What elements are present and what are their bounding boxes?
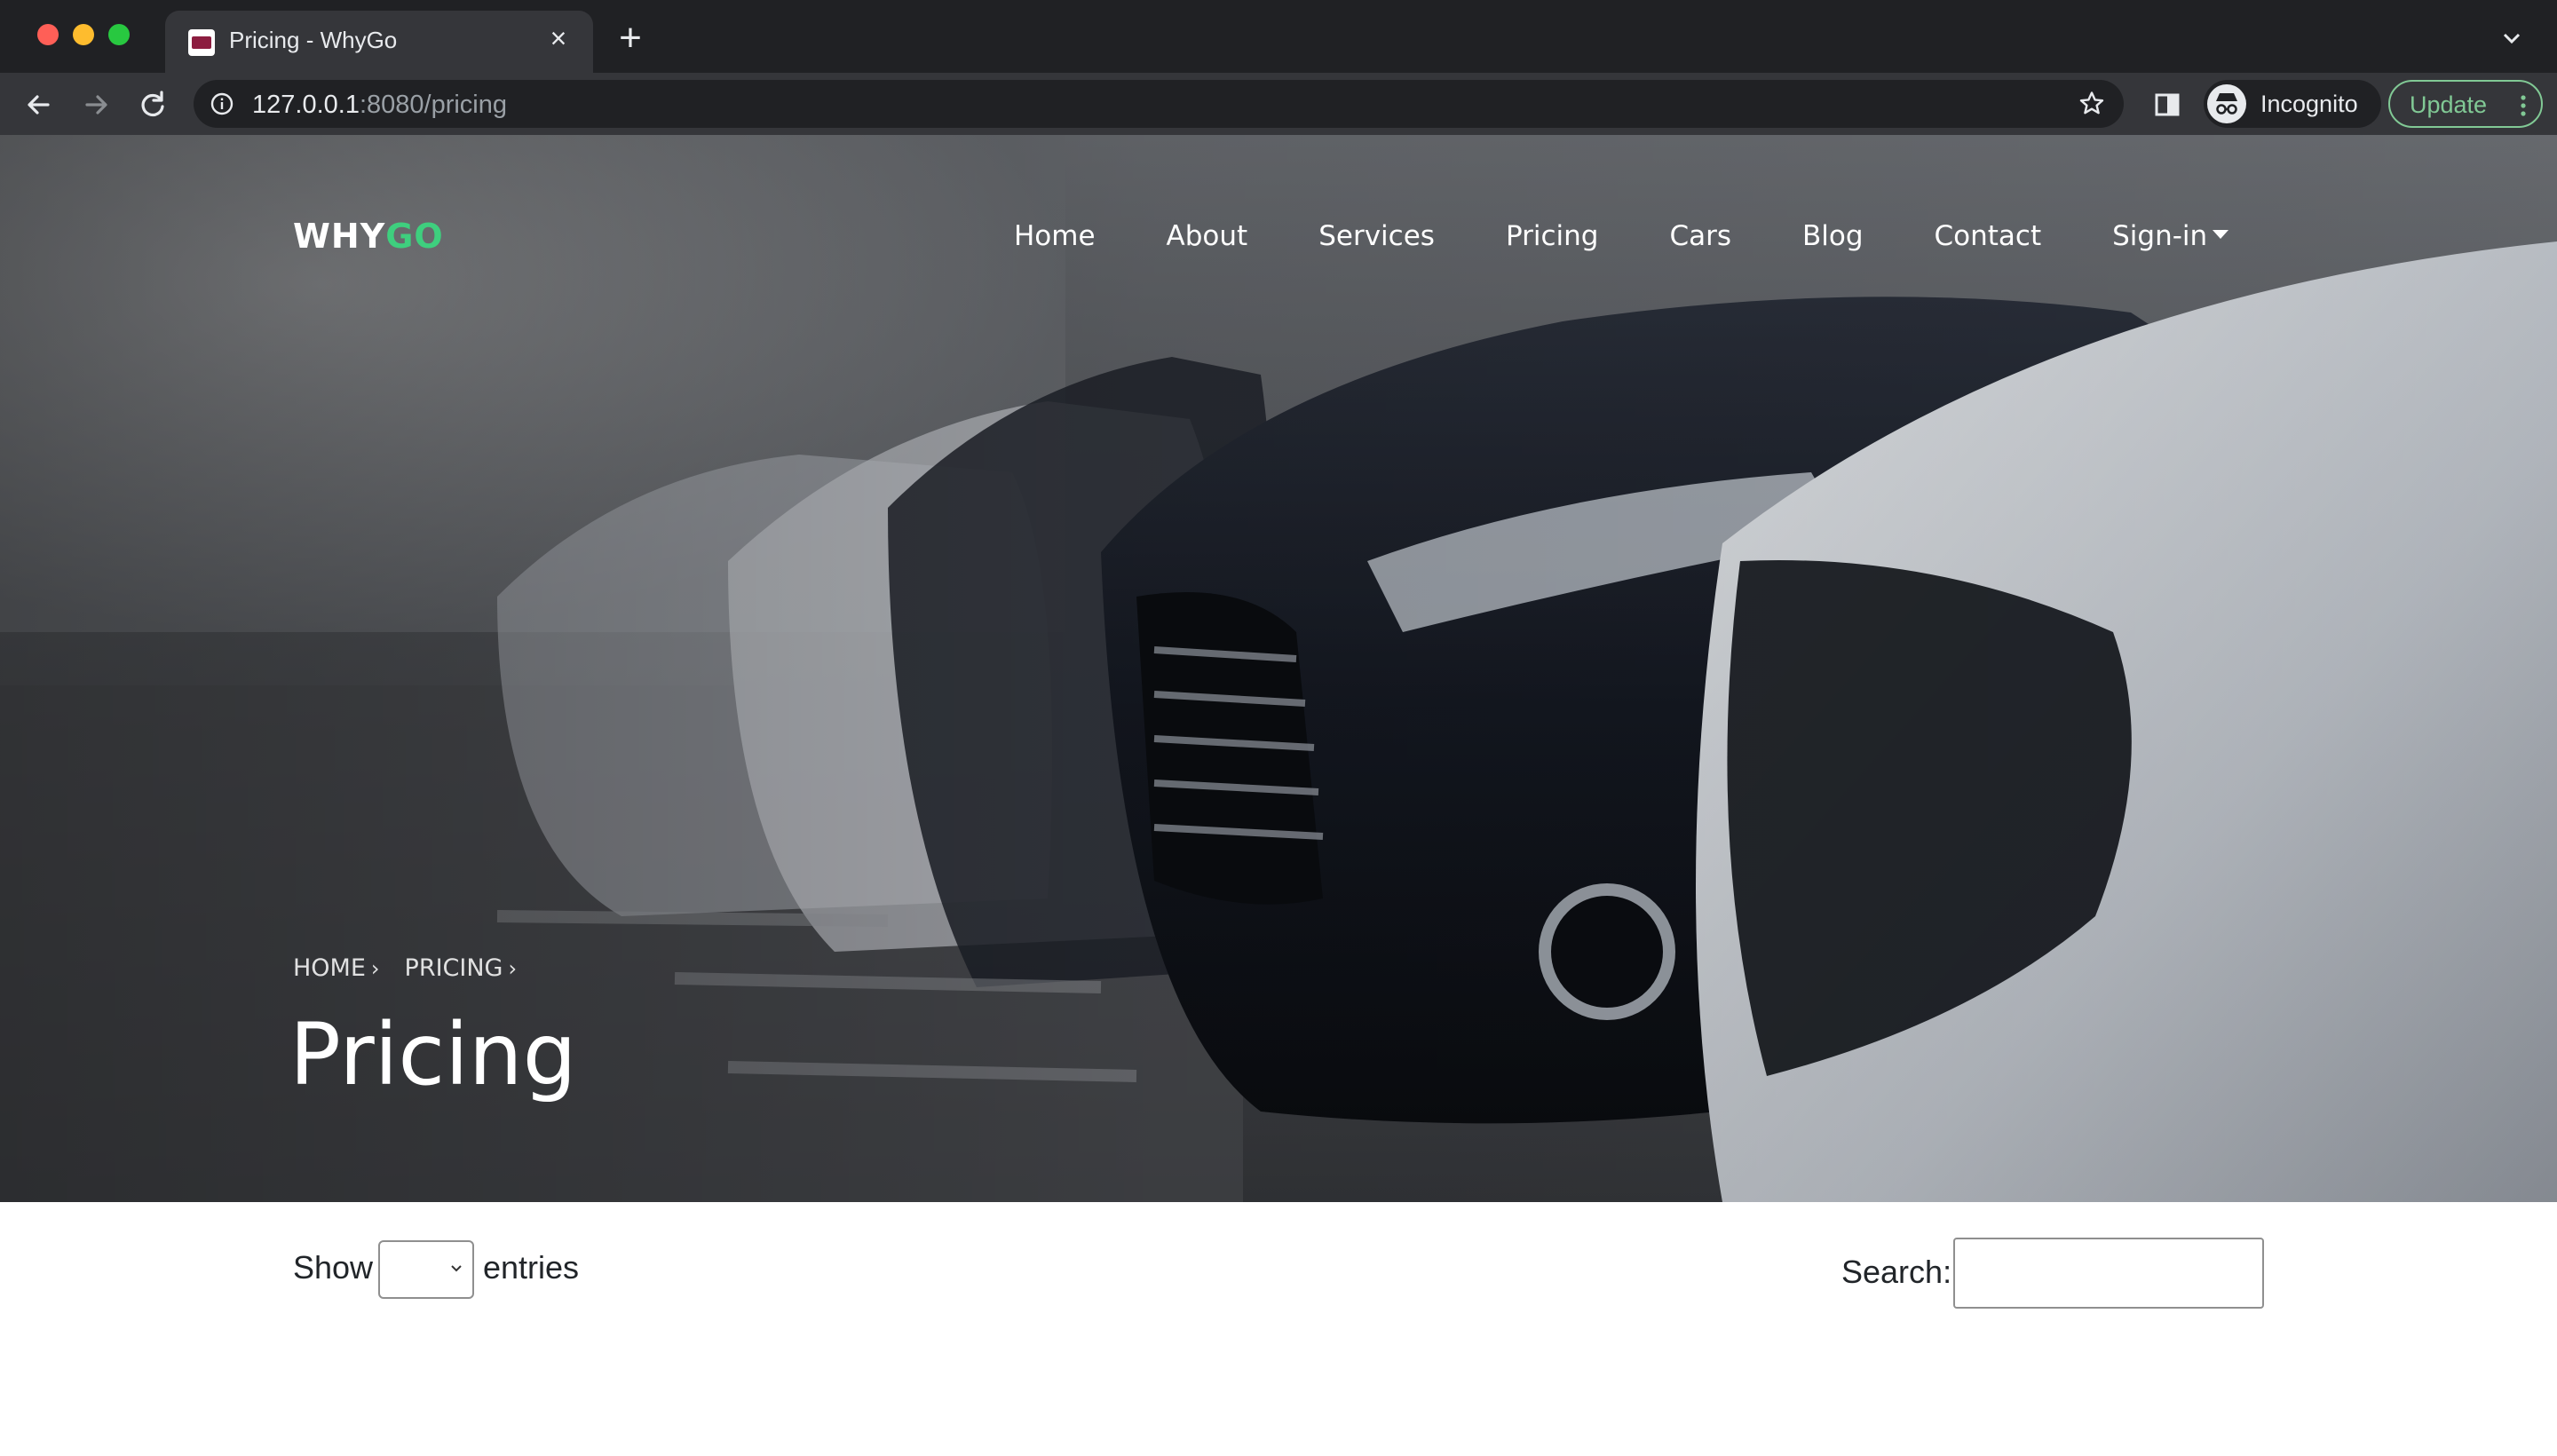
breadcrumb-pricing-label: PRICING	[404, 954, 503, 982]
new-tab-plus-icon[interactable]: +	[613, 19, 648, 58]
entries-length-select[interactable]	[378, 1240, 474, 1299]
browser-tab-active[interactable]: Pricing - WhyGo ×	[165, 11, 593, 73]
entries-label: entries	[483, 1249, 580, 1286]
site-favicon-icon	[188, 29, 215, 56]
incognito-profile-button[interactable]: Incognito	[2204, 80, 2381, 128]
window-minimize-button[interactable]	[73, 24, 94, 45]
breadcrumb-home-label: HOME	[293, 954, 366, 982]
search-label: Search:	[1841, 1254, 1952, 1290]
tab-title: Pricing - WhyGo	[229, 27, 398, 53]
logo-text-go: GO	[385, 217, 444, 256]
show-entries-label: Show	[293, 1249, 374, 1286]
main-navigation: Home About Services Pricing Cars Blog Co…	[1014, 220, 2229, 259]
chevron-right-icon: ›	[370, 956, 380, 981]
nav-link-services[interactable]: Services	[1318, 220, 1435, 259]
nav-link-pricing[interactable]: Pricing	[1506, 220, 1599, 259]
url-host: 127.0.0.1	[252, 91, 360, 119]
window-close-button[interactable]	[37, 24, 59, 45]
browser-menu-kebab-icon[interactable]	[2520, 94, 2527, 117]
nav-link-about[interactable]: About	[1167, 220, 1248, 259]
browser-toolbar: 127.0.0.1:8080/pricing Incognito Update	[0, 73, 2557, 135]
breadcrumb-item-home[interactable]: HOME ›	[293, 954, 380, 982]
forward-arrow-icon[interactable]	[76, 85, 115, 124]
back-arrow-icon[interactable]	[20, 85, 59, 124]
signin-label: Sign-in	[2112, 220, 2208, 252]
tab-search-chevron-down-icon[interactable]	[2498, 25, 2525, 51]
tab-strip: Pricing - WhyGo × +	[0, 0, 2557, 73]
incognito-label: Incognito	[2260, 91, 2358, 117]
side-panel-icon[interactable]	[2154, 91, 2181, 118]
site-info-icon[interactable]	[210, 91, 234, 116]
breadcrumb-item-pricing[interactable]: PRICING ›	[405, 954, 518, 982]
tab-close-icon[interactable]: ×	[543, 23, 574, 53]
nav-link-contact[interactable]: Contact	[1935, 220, 2042, 259]
site-logo[interactable]: WHYGO	[293, 217, 444, 256]
chevron-down-icon	[451, 1265, 462, 1272]
incognito-icon	[2207, 84, 2246, 123]
update-label: Update	[2410, 91, 2488, 118]
browser-window-chrome: Pricing - WhyGo × + 127.0.0.1:8080/prici…	[0, 0, 2557, 135]
logo-text-why: WHY	[293, 217, 386, 256]
url-path: :8080/pricing	[359, 91, 508, 119]
hero-banner: WHYGO Home About Services Pricing Cars B…	[0, 135, 2557, 1202]
window-maximize-button[interactable]	[108, 24, 130, 45]
table-search-input[interactable]	[1953, 1238, 2264, 1309]
bookmark-star-icon[interactable]	[2078, 90, 2106, 118]
breadcrumb: HOME › PRICING ›	[293, 954, 542, 982]
chevron-right-icon: ›	[508, 956, 518, 981]
url-text: 127.0.0.1:8080/pricing	[252, 91, 507, 120]
page-title: Pricing	[289, 1005, 577, 1104]
nav-link-home[interactable]: Home	[1014, 220, 1096, 259]
reload-icon[interactable]	[133, 85, 172, 124]
nav-link-blog[interactable]: Blog	[1802, 220, 1864, 259]
address-bar[interactable]: 127.0.0.1:8080/pricing	[194, 80, 2124, 128]
nav-link-cars[interactable]: Cars	[1669, 220, 1731, 259]
nav-dropdown-signin[interactable]: Sign-in	[2112, 220, 2229, 259]
caret-down-icon	[2213, 229, 2229, 239]
update-button[interactable]: Update	[2388, 80, 2543, 128]
